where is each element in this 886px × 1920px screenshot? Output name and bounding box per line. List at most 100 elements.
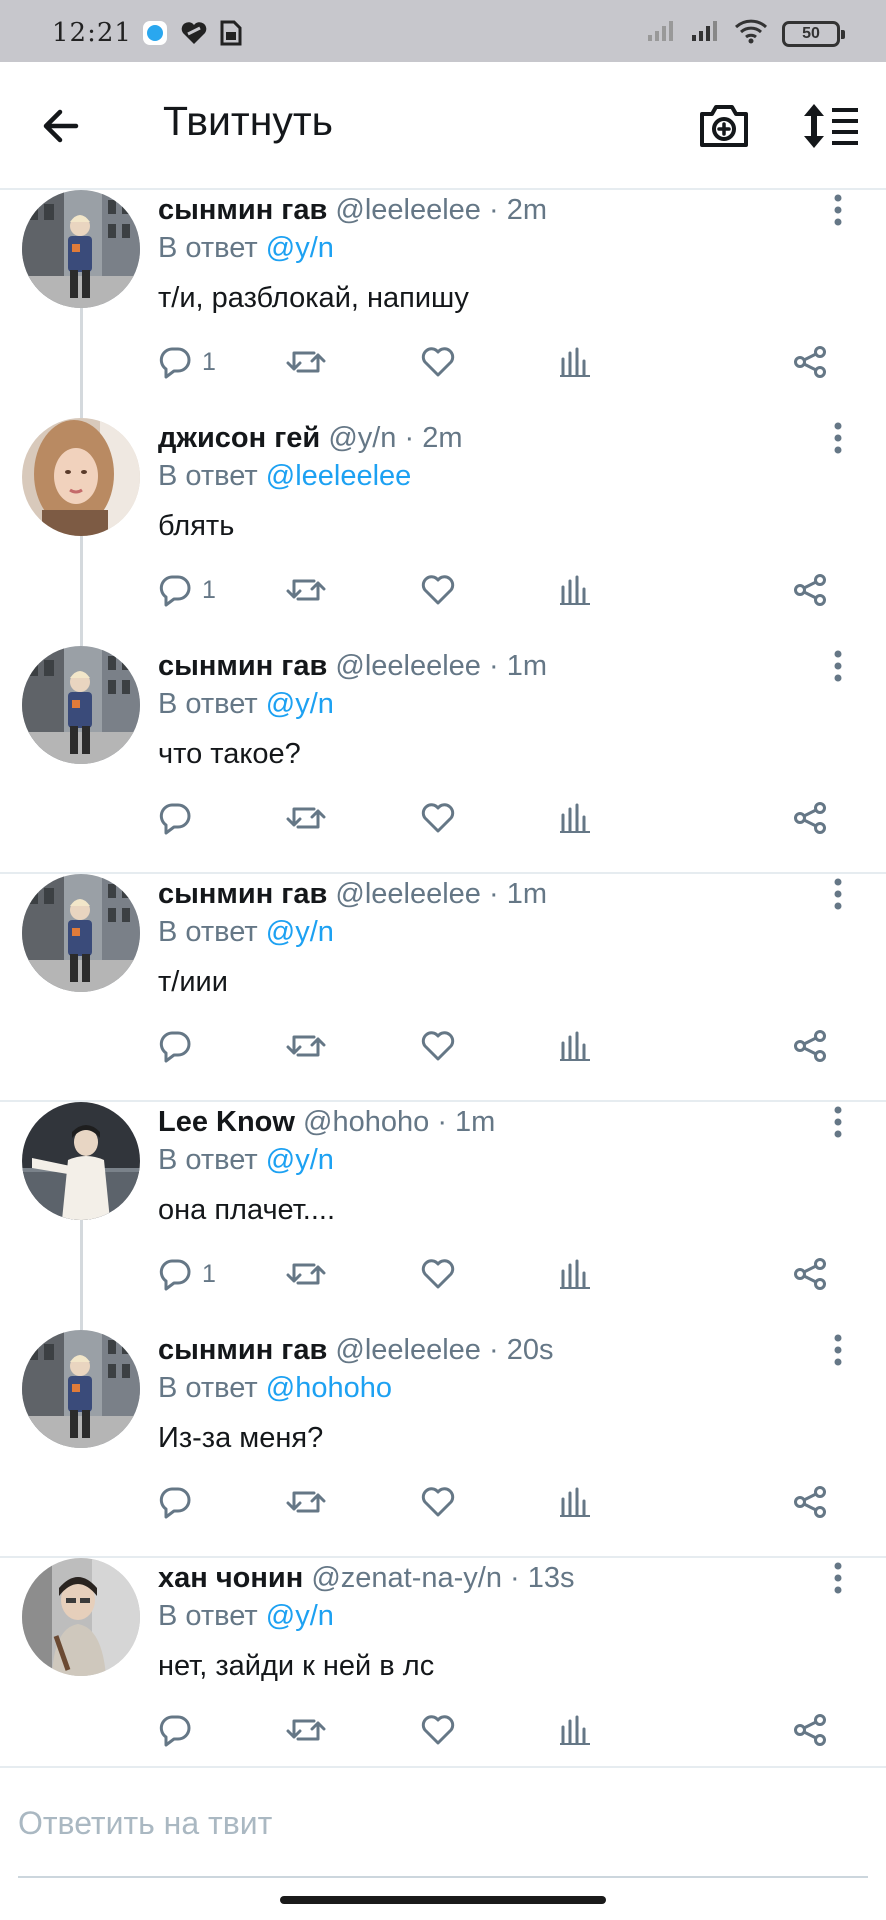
author-handle[interactable]: @leeleelee (335, 878, 481, 910)
signal-icon (646, 19, 676, 48)
share-button[interactable] (792, 1706, 828, 1754)
reply-button[interactable] (158, 1706, 202, 1754)
author-name[interactable]: Lee Know (158, 1106, 295, 1138)
retweet-button[interactable] (286, 1022, 326, 1070)
tweet[interactable]: сынмин гав @leeleelee · 1m В ответ @y/n … (0, 646, 886, 874)
avatar[interactable] (22, 1102, 140, 1220)
like-button[interactable] (420, 1478, 456, 1526)
author-name[interactable]: хан чонин (158, 1562, 303, 1594)
reply-mention-link[interactable]: @y/n (266, 688, 334, 720)
tweet[interactable]: сынмин гав @leeleelee · 20s В ответ @hoh… (0, 1330, 886, 1558)
author-handle[interactable]: @zenat-na-y/n (311, 1562, 502, 1594)
tweet[interactable]: джисон гей @y/n · 2m В ответ @leeleelee … (0, 418, 886, 646)
heart-icon (420, 345, 456, 379)
reply-button[interactable]: 1 (158, 566, 216, 614)
author-handle[interactable]: @y/n (328, 422, 396, 454)
share-button[interactable] (792, 1478, 828, 1526)
share-button[interactable] (792, 1250, 828, 1298)
analytics-button[interactable] (558, 338, 592, 386)
avatar[interactable] (22, 1558, 140, 1676)
analytics-button[interactable] (558, 794, 592, 842)
avatar[interactable] (22, 190, 140, 308)
reply-mention-link[interactable]: @leeleelee (266, 460, 412, 492)
analytics-icon (558, 1257, 592, 1291)
like-button[interactable] (420, 794, 456, 842)
reply-mention-link[interactable]: @y/n (266, 1600, 334, 1632)
like-button[interactable] (420, 1250, 456, 1298)
tweet[interactable]: сынмин гав @leeleelee · 1m В ответ @y/n … (0, 874, 886, 1102)
retweet-button[interactable] (286, 338, 326, 386)
more-options-icon[interactable] (820, 646, 856, 686)
share-button[interactable] (792, 566, 828, 614)
reply-mention-link[interactable]: @y/n (266, 232, 334, 264)
reply-button[interactable] (158, 1478, 202, 1526)
system-icons: 50 (646, 18, 845, 49)
reply-mention-link[interactable]: @y/n (266, 1144, 334, 1176)
retweet-button[interactable] (286, 1706, 326, 1754)
tweet[interactable]: Lee Know @hohoho · 1m В ответ @y/n она п… (0, 1102, 886, 1330)
author-name[interactable]: сынмин гав (158, 1334, 327, 1366)
share-button[interactable] (792, 338, 828, 386)
reply-prefix: В ответ (158, 1372, 258, 1404)
author-handle[interactable]: @hohoho (303, 1106, 429, 1138)
like-button[interactable] (420, 338, 456, 386)
like-button[interactable] (420, 566, 456, 614)
tweet-header: сынмин гав @leeleelee · 1m (158, 650, 547, 683)
more-options-icon[interactable] (820, 190, 856, 230)
reply-to-line: В ответ @y/n (158, 688, 334, 721)
retweet-button[interactable] (286, 1478, 326, 1526)
reply-icon (158, 345, 192, 379)
like-button[interactable] (420, 1022, 456, 1070)
retweet-button[interactable] (286, 794, 326, 842)
more-options-icon[interactable] (820, 1330, 856, 1370)
back-arrow-icon[interactable] (36, 100, 88, 152)
camera-plus-icon[interactable] (696, 98, 752, 154)
reply-button[interactable] (158, 1022, 202, 1070)
reply-button[interactable] (158, 794, 202, 842)
analytics-button[interactable] (558, 566, 592, 614)
retweet-button[interactable] (286, 1250, 326, 1298)
reply-count: 1 (202, 575, 216, 604)
author-handle[interactable]: @leeleelee (335, 194, 481, 226)
tweet-time: 20s (506, 1334, 554, 1366)
retweet-button[interactable] (286, 566, 326, 614)
reply-mention-link[interactable]: @y/n (266, 916, 334, 948)
analytics-button[interactable] (558, 1250, 592, 1298)
tweet[interactable]: хан чонин @zenat-na-y/n · 13s В ответ @y… (0, 1558, 886, 1786)
share-icon (792, 573, 828, 607)
author-name[interactable]: сынмин гав (158, 878, 327, 910)
avatar[interactable] (22, 418, 140, 536)
more-options-icon[interactable] (820, 418, 856, 458)
retweet-icon (286, 1257, 326, 1291)
author-name[interactable]: сынмин гав (158, 650, 327, 682)
avatar[interactable] (22, 874, 140, 992)
more-options-icon[interactable] (820, 1102, 856, 1142)
analytics-button[interactable] (558, 1706, 592, 1754)
tweet-time: 1m (506, 650, 547, 682)
tweet-actions (158, 1706, 848, 1754)
analytics-button[interactable] (558, 1478, 592, 1526)
more-options-icon[interactable] (820, 1558, 856, 1598)
home-indicator[interactable] (280, 1896, 606, 1904)
reply-prefix: В ответ (158, 232, 258, 264)
reply-button[interactable]: 1 (158, 338, 216, 386)
author-handle[interactable]: @leeleelee (335, 1334, 481, 1366)
more-options-icon[interactable] (820, 874, 856, 914)
tweet[interactable]: сынмин гав @leeleelee · 2m В ответ @y/n … (0, 190, 886, 418)
reply-button[interactable]: 1 (158, 1250, 216, 1298)
reply-mention-link[interactable]: @hohoho (266, 1372, 392, 1404)
sim-card-icon (220, 20, 242, 51)
reply-input[interactable] (18, 1796, 868, 1850)
share-button[interactable] (792, 1022, 828, 1070)
avatar[interactable] (22, 646, 140, 764)
share-button[interactable] (792, 794, 828, 842)
like-button[interactable] (420, 1706, 456, 1754)
author-handle[interactable]: @leeleelee (335, 650, 481, 682)
analytics-button[interactable] (558, 1022, 592, 1070)
author-name[interactable]: сынмин гав (158, 194, 327, 226)
sort-icon[interactable] (800, 100, 862, 152)
author-name[interactable]: джисон гей (158, 422, 320, 454)
retweet-icon (286, 1029, 326, 1063)
avatar[interactable] (22, 1330, 140, 1448)
tweet-time: 2m (506, 194, 547, 226)
